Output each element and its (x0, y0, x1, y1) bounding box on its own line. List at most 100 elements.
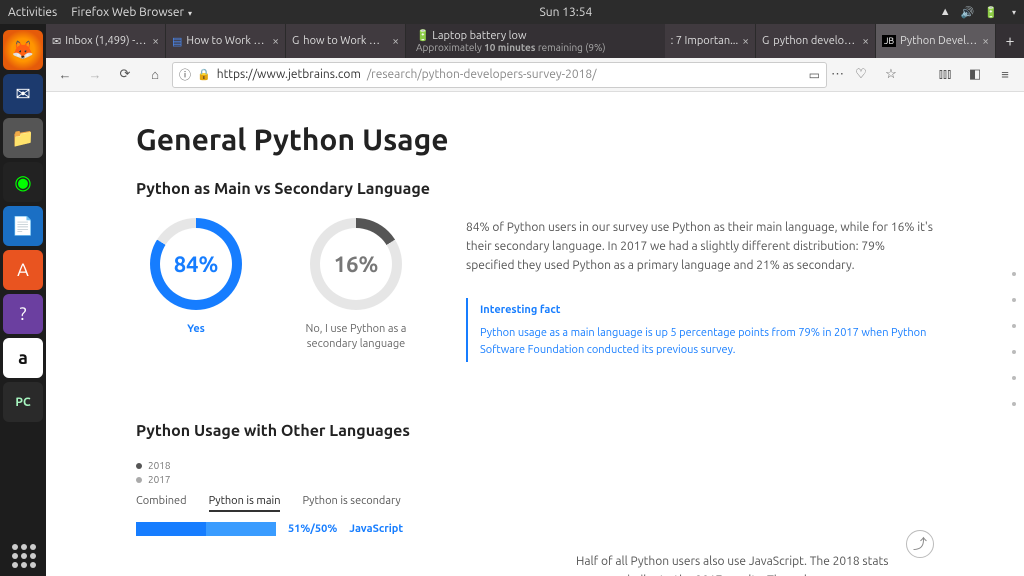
legend-2017: 2017 (148, 474, 171, 485)
active-app-label[interactable]: Firefox Web Browser▾ (71, 6, 192, 19)
donut-charts: 84% Yes 16% No, I use Python as a second… (136, 218, 416, 362)
donut-no-value: 16% (334, 252, 379, 277)
section-description: 84% of Python users in our survey use Py… (466, 218, 934, 362)
doc-icon: ▤ (172, 35, 182, 48)
donut-no: 16% No, I use Python as a secondary lang… (296, 218, 416, 362)
close-icon[interactable]: × (152, 35, 159, 48)
tab-label: Python Developers... (900, 35, 978, 47)
home-button[interactable]: ⌂ (142, 62, 168, 88)
section-heading-main-secondary: Python as Main vs Secondary Language (136, 180, 934, 198)
donut-chart-yes: 84% (150, 218, 242, 310)
legend-2018: 2018 (148, 460, 171, 471)
lock-icon: 🔒 (197, 68, 211, 81)
close-icon[interactable]: × (862, 35, 869, 48)
info-icon[interactable]: ⓘ (179, 66, 191, 83)
address-bar[interactable]: ⓘ 🔒 https://www.jetbrains.com/research/p… (172, 62, 827, 88)
tab-label: Inbox (1,499) - i16... (65, 35, 148, 47)
section-nav-dots[interactable] (1012, 272, 1016, 406)
bar-chart-bar (136, 522, 276, 536)
section2-description: Half of all Python users also use JavaSc… (576, 552, 906, 576)
battery-notification[interactable]: 🔋 Laptop battery low Approximately 10 mi… (406, 24, 665, 58)
notification-body: Approximately 10 minutes remaining (9%) (416, 42, 655, 53)
tab-python-main[interactable]: Python is main (209, 495, 281, 512)
google-icon: G (292, 35, 299, 47)
jetbrains-icon: JB (882, 35, 896, 47)
dock: 🦊 ✉ 📁 ◉ 📄 A ? a PC (0, 24, 46, 576)
mail-icon: ✉ (52, 35, 61, 48)
close-icon[interactable]: × (392, 35, 399, 48)
google-icon: G (762, 35, 769, 47)
donut-no-label: No, I use Python as a secondary language (296, 322, 416, 353)
system-tray[interactable]: ▲ 🔊 🔋 ▾ (940, 6, 1016, 19)
tab-howto-1[interactable]: ▤ How to Work With... × (166, 24, 286, 58)
page-actions-icon[interactable]: ⋯ (831, 67, 844, 82)
donut-yes-value: 84% (174, 252, 219, 277)
description-paragraph: 84% of Python users in our survey use Py… (466, 218, 934, 276)
bar-language-label: JavaScript (349, 523, 403, 535)
section-heading-other-langs: Python Usage with Other Languages (136, 422, 934, 440)
legend-dot-icon (136, 463, 142, 469)
chart-tabs: Combined Python is main Python is second… (136, 495, 934, 512)
network-icon[interactable]: ▲ (940, 6, 951, 18)
pocket-icon[interactable]: ♡ (848, 62, 874, 88)
tab-label: : 7 Importan... (671, 35, 739, 47)
tab-inbox[interactable]: ✉ Inbox (1,499) - i16... × (46, 24, 166, 58)
clock[interactable]: Sun 13:54 (192, 6, 940, 19)
donut-chart-no: 16% (310, 218, 402, 310)
close-icon[interactable]: × (742, 35, 749, 48)
tab-label: python developme... (773, 35, 858, 47)
legend-dot-icon (136, 477, 142, 483)
reload-button[interactable]: ⟳ (112, 62, 138, 88)
donut-yes: 84% Yes (136, 218, 256, 362)
bar-values: 51%/50% (288, 523, 337, 535)
library-icon[interactable]: ⫾⫾⫾ (932, 62, 958, 88)
notification-title: Laptop battery low (432, 30, 526, 42)
show-applications-icon[interactable] (12, 544, 36, 568)
bookmark-star-icon[interactable]: ☆ (878, 62, 904, 88)
close-icon[interactable]: × (982, 35, 989, 48)
tab-python-secondary[interactable]: Python is secondary (302, 495, 400, 512)
page-content: General Python Usage Python as Main vs S… (46, 92, 1024, 576)
url-host: https://www.jetbrains.com (217, 68, 361, 81)
tab-label: how to Work Wit... (303, 35, 388, 47)
share-button[interactable]: ⤴ (906, 530, 934, 558)
reader-mode-icon[interactable]: ▭ (809, 68, 820, 82)
tab-howto-2[interactable]: G how to Work Wit... × (286, 24, 406, 58)
sidebar-icon[interactable]: ◧ (962, 62, 988, 88)
fact-body: Python usage as a main language is up 5 … (480, 325, 934, 358)
fact-title: Interesting fact (480, 302, 934, 320)
dock-help[interactable]: ? (3, 294, 43, 334)
dock-files[interactable]: 📁 (3, 118, 43, 158)
dock-pycharm[interactable]: PC (3, 382, 43, 422)
close-icon[interactable]: × (272, 35, 279, 48)
donut-yes-label: Yes (187, 322, 205, 337)
dock-thunderbird[interactable]: ✉ (3, 74, 43, 114)
page-heading: General Python Usage (136, 122, 934, 156)
dock-app-terminal[interactable]: ◉ (3, 162, 43, 202)
back-button[interactable]: ← (52, 62, 78, 88)
dock-ubuntu-software[interactable]: A (3, 250, 43, 290)
tab-strip: ✉ Inbox (1,499) - i16... × ▤ How to Work… (46, 24, 1024, 58)
battery-icon[interactable]: 🔋 (984, 6, 998, 19)
bar-row-javascript: 51%/50% JavaScript (136, 522, 934, 536)
battery-low-icon: 🔋 (416, 30, 430, 42)
interesting-fact-box: Interesting fact Python usage as a main … (466, 298, 934, 363)
url-path: /research/python-developers-survey-2018/ (367, 68, 597, 81)
forward-button[interactable]: → (82, 62, 108, 88)
volume-icon[interactable]: 🔊 (961, 6, 975, 19)
system-menu-icon[interactable]: ▾ (1012, 8, 1016, 17)
tab-label: How to Work With... (186, 35, 268, 47)
dock-amazon[interactable]: a (3, 338, 43, 378)
firefox-window: ✉ Inbox (1,499) - i16... × ▤ How to Work… (46, 24, 1024, 576)
tab-combined[interactable]: Combined (136, 495, 187, 512)
new-tab-button[interactable]: + (996, 24, 1024, 58)
tab-importan[interactable]: : 7 Importan... × (665, 24, 756, 58)
tab-python-dev-search[interactable]: G python developme... × (756, 24, 876, 58)
browser-toolbar: ← → ⟳ ⌂ ⓘ 🔒 https://www.jetbrains.com/re… (46, 58, 1024, 92)
tab-jetbrains-survey[interactable]: JB Python Developers... × (876, 24, 996, 58)
dock-libreoffice-writer[interactable]: 📄 (3, 206, 43, 246)
menu-icon[interactable]: ≡ (992, 62, 1018, 88)
dock-firefox[interactable]: 🦊 (3, 30, 43, 70)
activities-button[interactable]: Activities (8, 6, 57, 19)
chart-legend: 2018 2017 (136, 460, 934, 485)
